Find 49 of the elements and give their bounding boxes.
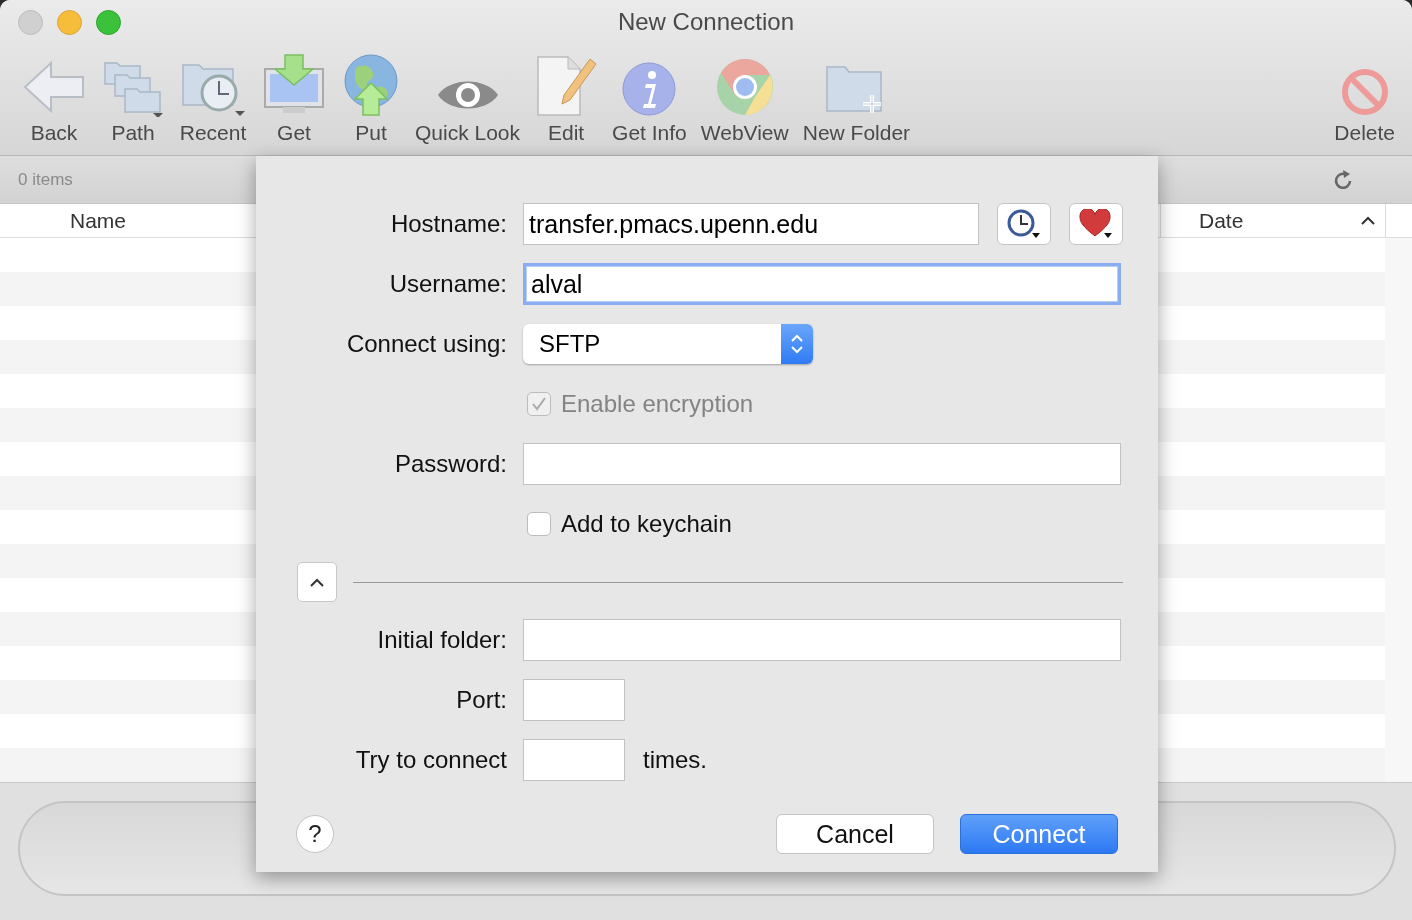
- checkbox[interactable]: Add to keychain: [523, 499, 732, 549]
- globe-upload-icon: [341, 53, 401, 117]
- up-down-chevron-icon: [790, 333, 804, 355]
- toolbar-button[interactable]: Back: [15, 45, 93, 145]
- history-button[interactable]: [997, 203, 1051, 245]
- checkmark-icon: [530, 395, 548, 413]
- toolbar-button[interactable]: Quick Look: [409, 45, 527, 145]
- document-pencil-icon: [534, 55, 599, 117]
- window-title: New Connection: [616, 8, 796, 36]
- input-field[interactable]: transfer.pmacs.upenn.edu: [523, 203, 979, 245]
- field-suffix: times.: [643, 746, 707, 774]
- browser-globe-icon: [714, 57, 775, 117]
- item-count: 0 items: [18, 169, 73, 190]
- disclosure-button[interactable]: [297, 562, 337, 602]
- field-label: Initial folder:: [377, 626, 507, 654]
- column-header[interactable]: Date: [1160, 204, 1386, 237]
- toolbar-button[interactable]: Put: [335, 45, 407, 145]
- field-label: Hostname:: [390, 210, 507, 238]
- field-label: Username:: [389, 270, 507, 298]
- refresh-icon[interactable]: [1334, 168, 1354, 191]
- toolbar-button[interactable]: Get Info: [606, 45, 693, 145]
- chevron-icon: [309, 577, 325, 587]
- cancel-button[interactable]: Cancel: [776, 814, 934, 854]
- toolbar-button[interactable]: WebView: [694, 45, 795, 145]
- connect-button[interactable]: Connect: [960, 814, 1118, 854]
- zoom-button[interactable]: [96, 9, 121, 35]
- toolbar-button[interactable]: New Folder: [796, 45, 917, 145]
- field-label: Connect using:: [346, 330, 507, 358]
- protocol-dropdown[interactable]: SFTP: [523, 324, 813, 364]
- input-field[interactable]: alval: [523, 263, 1121, 305]
- favorites-button[interactable]: [1069, 203, 1123, 245]
- toolbar-button[interactable]: Path: [95, 45, 171, 145]
- prohibited-sign-icon: [1339, 67, 1390, 117]
- field-label: Try to connect: [355, 746, 507, 774]
- toolbar-button[interactable]: Get: [255, 45, 333, 145]
- input-field[interactable]: [523, 619, 1121, 661]
- minimize-button[interactable]: [57, 9, 82, 35]
- input-field[interactable]: [523, 739, 625, 781]
- field-label: Password:: [394, 450, 507, 478]
- help-button[interactable]: ?: [296, 815, 334, 853]
- field-label: Port:: [456, 686, 507, 714]
- close-button[interactable]: [18, 9, 43, 35]
- info-icon: [621, 61, 678, 117]
- input-field[interactable]: [523, 679, 625, 721]
- toolbar-button[interactable]: Delete: [1328, 45, 1401, 145]
- column-header[interactable]: Name: [0, 204, 254, 237]
- toolbar-button[interactable]: Recent: [173, 45, 253, 145]
- input-field[interactable]: [523, 443, 1121, 485]
- toolbar-button[interactable]: Edit: [528, 45, 605, 145]
